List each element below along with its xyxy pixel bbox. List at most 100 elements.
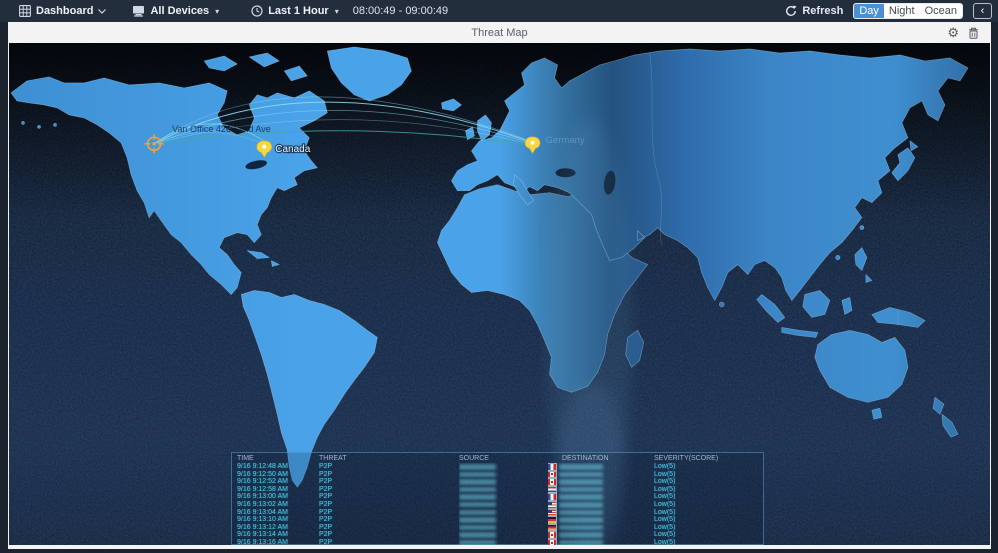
destination-flag-icon — [548, 479, 556, 485]
theme-switcher: Day Night Ocean — [853, 3, 963, 19]
theme-option-ocean[interactable]: Ocean — [920, 4, 962, 18]
cell-time: 9/16 9:13:16 AM — [237, 539, 319, 545]
chevron-down-icon — [98, 9, 106, 14]
col-destination: DESTINATION — [548, 454, 654, 463]
cell-destination — [548, 539, 654, 545]
redacted-destination-value — [559, 487, 603, 493]
threat-table-row: 9/16 9:12:58 AM P2P Low(5) — [232, 486, 763, 494]
theme-option-day[interactable]: Day — [854, 4, 884, 18]
cell-severity: Low(5) — [654, 501, 763, 509]
cell-severity: Low(5) — [654, 478, 763, 486]
cell-time: 9/16 9:13:00 AM — [237, 493, 319, 501]
redacted-source-value — [459, 479, 496, 485]
redacted-source-value — [459, 487, 496, 493]
redacted-destination-value — [559, 525, 603, 531]
refresh-label: Refresh — [802, 5, 843, 17]
threat-map: Van Office 4260 2nd Ave Canada Germany T… — [9, 43, 990, 545]
col-source: SOURCE — [459, 454, 548, 463]
widget-header: Threat Map ⚙ — [8, 22, 991, 43]
cell-time: 9/16 9:13:14 AM — [237, 531, 319, 539]
threat-table-row: 9/16 9:13:00 AM P2P Low(5) — [232, 493, 763, 501]
threat-table-row: 9/16 9:13:02 AM P2P Low(5) — [232, 501, 763, 509]
destination-flag-icon — [548, 532, 556, 538]
redacted-destination-value — [559, 532, 603, 538]
cell-severity: Low(5) — [654, 509, 763, 517]
redacted-source-value — [459, 502, 496, 508]
widget-title: Threat Map — [8, 27, 991, 39]
cell-threat: P2P — [319, 516, 459, 524]
cell-destination — [548, 486, 654, 494]
redacted-source-value — [459, 494, 496, 500]
cell-severity: Low(5) — [654, 539, 763, 545]
destination-flag-icon — [548, 472, 556, 478]
destination-flag-icon — [548, 464, 556, 470]
monitor-icon — [132, 5, 145, 17]
redacted-source-value — [459, 510, 496, 516]
threat-table-row: 9/16 9:13:10 AM P2P Low(5) — [232, 516, 763, 524]
redacted-source-value — [459, 525, 496, 531]
cell-time: 9/16 9:13:02 AM — [237, 501, 319, 509]
redacted-destination-value — [559, 517, 603, 523]
destination-flag-icon — [548, 540, 556, 545]
cell-destination — [548, 524, 654, 532]
redacted-destination-value — [559, 464, 603, 470]
cell-time: 9/16 9:12:50 AM — [237, 471, 319, 479]
cell-source — [459, 463, 548, 471]
cell-source — [459, 478, 548, 486]
cell-time: 9/16 9:12:52 AM — [237, 478, 319, 486]
cell-severity: Low(5) — [654, 471, 763, 479]
cell-severity: Low(5) — [654, 463, 763, 471]
cell-time: 9/16 9:13:12 AM — [237, 524, 319, 532]
col-threat: THREAT — [319, 454, 459, 463]
redacted-destination-value — [559, 502, 603, 508]
threat-table: TIME THREAT SOURCE DESTINATION SEVERITY(… — [231, 452, 764, 545]
cell-threat: P2P — [319, 509, 459, 517]
cell-destination — [548, 478, 654, 486]
destination-flag-icon — [548, 510, 556, 516]
cell-destination — [548, 463, 654, 471]
time-range-value: 08:00:49 - 09:00:49 — [353, 5, 448, 17]
destination-flag-icon — [548, 487, 556, 493]
threat-table-row: 9/16 9:12:50 AM P2P Low(5) — [232, 471, 763, 479]
redacted-destination-value — [559, 510, 603, 516]
destination-flag-icon — [548, 517, 556, 523]
cell-source — [459, 531, 548, 539]
redacted-source-value — [459, 532, 496, 538]
caret-down-icon: ▾ — [215, 7, 219, 16]
devices-dropdown[interactable]: All Devices ▾ — [132, 5, 219, 17]
dashboard-menu[interactable]: Dashboard — [19, 5, 106, 17]
cell-time: 9/16 9:12:48 AM — [237, 463, 319, 471]
cell-source — [459, 524, 548, 532]
dashboard-label: Dashboard — [36, 5, 93, 17]
cell-threat: P2P — [319, 463, 459, 471]
refresh-button[interactable]: Refresh — [785, 5, 843, 17]
time-range-dropdown[interactable]: Last 1 Hour ▾ — [251, 5, 339, 17]
threat-table-row: 9/16 9:13:12 AM P2P Low(5) — [232, 524, 763, 532]
cell-severity: Low(5) — [654, 531, 763, 539]
device-marker-label: Van Office 4260 2nd Ave — [172, 124, 271, 134]
cell-destination — [548, 516, 654, 524]
caret-down-icon: ▾ — [335, 7, 339, 16]
redacted-source-value — [459, 464, 496, 470]
clock-icon — [251, 5, 263, 17]
gear-icon[interactable]: ⚙ — [947, 26, 959, 39]
redacted-source-value — [459, 540, 496, 545]
devices-label: All Devices — [150, 5, 209, 17]
redacted-destination-value — [559, 472, 603, 478]
cell-severity: Low(5) — [654, 493, 763, 501]
trash-icon[interactable] — [968, 27, 979, 39]
canada-pin-label: Canada — [275, 144, 310, 155]
grid-icon — [19, 5, 31, 17]
theme-option-night[interactable]: Night — [884, 4, 920, 18]
destination-flag-icon — [548, 502, 556, 508]
threat-table-row: 9/16 9:12:52 AM P2P Low(5) — [232, 478, 763, 486]
cell-destination — [548, 493, 654, 501]
cell-severity: Low(5) — [654, 524, 763, 532]
threat-table-row: 9/16 9:13:04 AM P2P Low(5) — [232, 509, 763, 517]
redacted-destination-value — [559, 540, 603, 545]
cell-threat: P2P — [319, 471, 459, 479]
cell-source — [459, 501, 548, 509]
cell-time: 9/16 9:13:04 AM — [237, 509, 319, 517]
collapse-button[interactable]: ‹ — [973, 3, 992, 19]
destination-flag-icon — [548, 525, 556, 531]
